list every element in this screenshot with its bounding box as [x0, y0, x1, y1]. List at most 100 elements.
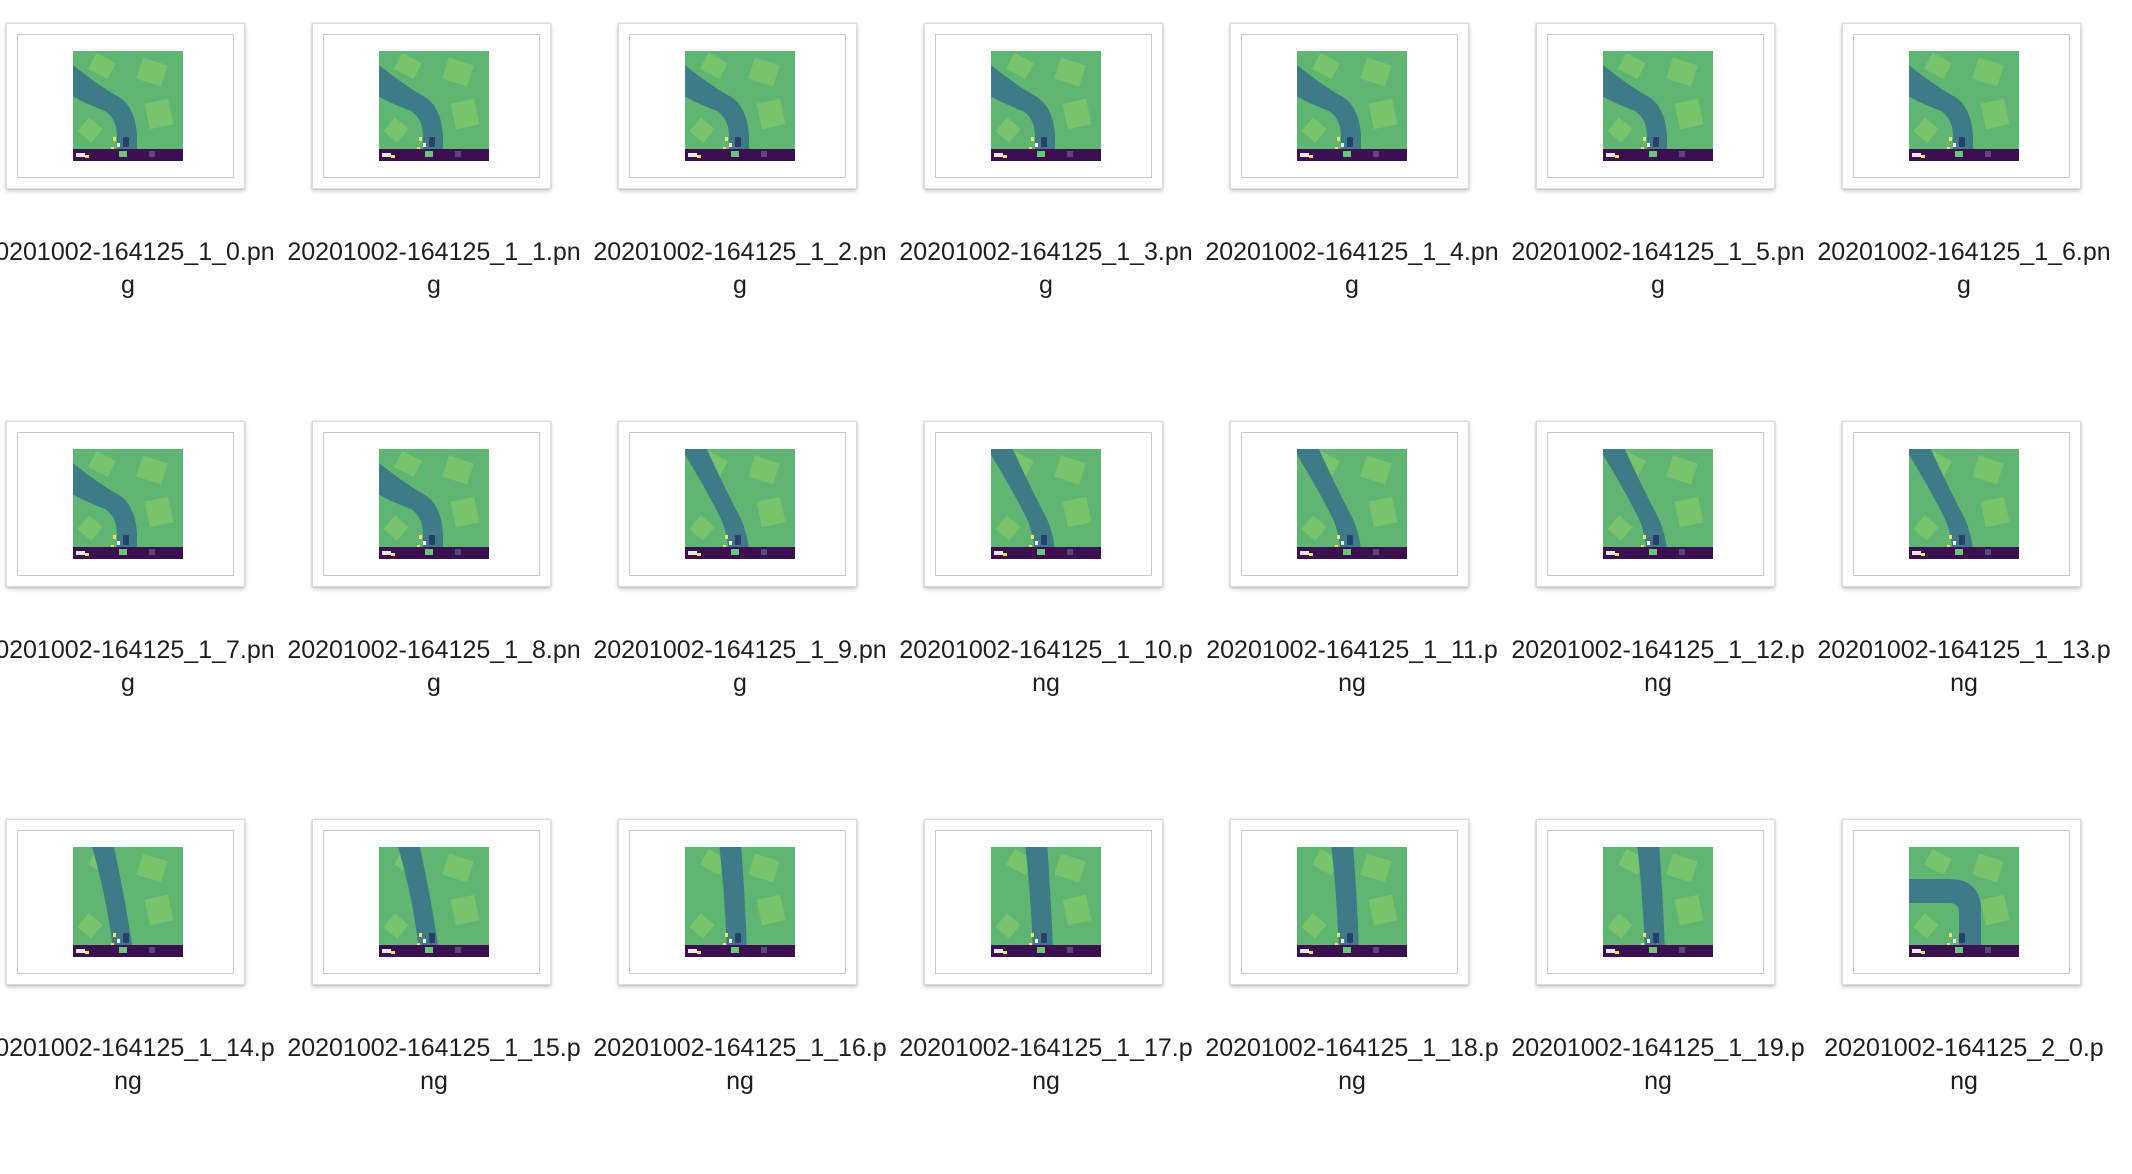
file-name-line-2: g — [733, 669, 747, 697]
file-name-line-1: 20201002-164125_1_3.pn — [899, 238, 1193, 266]
game-frame-image — [991, 847, 1101, 957]
file-thumbnail[interactable] — [1842, 23, 2081, 189]
hud-bar — [379, 945, 489, 957]
file-thumbnail[interactable] — [1230, 23, 1469, 189]
file-name-label[interactable]: 20201002-164125_1_12.p ng — [1505, 634, 1811, 700]
file-item[interactable]: 20201002-164125_1_0.pn g — [0, 0, 281, 330]
file-thumbnail[interactable] — [1536, 23, 1775, 189]
file-name-label[interactable]: 20201002-164125_1_19.p ng — [1505, 1032, 1811, 1098]
file-thumbnail[interactable] — [1842, 421, 2081, 587]
file-name-line-2: ng — [1032, 1067, 1060, 1095]
file-name-label[interactable]: 20201002-164125_1_2.pn g — [587, 236, 893, 302]
hud-bar — [73, 945, 183, 957]
file-item[interactable]: 20201002-164125_1_12.p ng — [1505, 398, 1811, 728]
file-item[interactable]: 20201002-164125_1_10.p ng — [893, 398, 1199, 728]
file-name-line-2: ng — [726, 1067, 754, 1095]
car-sprite — [1347, 535, 1353, 545]
file-name-label[interactable]: 20201002-164125_1_16.p ng — [587, 1032, 893, 1098]
hud-bar — [1603, 547, 1713, 559]
hud-bar — [73, 149, 183, 161]
file-thumbnail[interactable] — [1536, 421, 1775, 587]
car-sprite — [735, 933, 741, 943]
game-frame-image — [1603, 847, 1713, 957]
thumbnail-page — [935, 432, 1152, 576]
file-thumbnail[interactable] — [312, 819, 551, 985]
file-thumbnail[interactable] — [924, 819, 1163, 985]
thumbnail-page — [323, 34, 540, 178]
file-name-label[interactable]: 20201002-164125_2_0.p ng — [1811, 1032, 2117, 1098]
file-name-label[interactable]: 20201002-164125_1_9.pn g — [587, 634, 893, 700]
hud-bar — [379, 547, 489, 559]
file-item[interactable]: 20201002-164125_1_2.pn g — [587, 0, 893, 330]
game-frame-image — [685, 51, 795, 161]
file-name-label[interactable]: 20201002-164125_1_14.p ng — [0, 1032, 281, 1098]
file-item[interactable]: 20201002-164125_1_1.pn g — [281, 0, 587, 330]
thumbnail-page — [1547, 830, 1764, 974]
file-item[interactable]: 20201002-164125_1_13.p ng — [1811, 398, 2117, 728]
file-name-line-2: ng — [1950, 1067, 1978, 1095]
car-sprite — [735, 535, 741, 545]
file-item[interactable]: 20201002-164125_1_8.pn g — [281, 398, 587, 728]
file-name-label[interactable]: 20201002-164125_1_3.pn g — [893, 236, 1199, 302]
file-name-label[interactable]: 20201002-164125_1_4.pn g — [1199, 236, 1505, 302]
file-item[interactable]: 20201002-164125_1_9.pn g — [587, 398, 893, 728]
game-frame-graphic — [1297, 449, 1407, 559]
file-item[interactable]: 20201002-164125_2_0.p ng — [1811, 796, 2117, 1126]
game-frame-image — [991, 51, 1101, 161]
file-name-line-1: 20201002-164125_1_15.p — [287, 1034, 581, 1062]
game-frame-image — [1297, 51, 1407, 161]
file-thumbnail[interactable] — [312, 421, 551, 587]
file-name-label[interactable]: 20201002-164125_1_1.pn g — [281, 236, 587, 302]
file-thumbnail[interactable] — [6, 421, 245, 587]
file-name-label[interactable]: 20201002-164125_1_15.p ng — [281, 1032, 587, 1098]
file-name-line-2: g — [1957, 271, 1971, 299]
file-name-label[interactable]: 20201002-164125_1_10.p ng — [893, 634, 1199, 700]
file-thumbnail[interactable] — [1536, 819, 1775, 985]
file-name-label[interactable]: 20201002-164125_1_0.pn g — [0, 236, 281, 302]
file-name-label[interactable]: 20201002-164125_1_11.p ng — [1199, 634, 1505, 700]
car-sprite — [1653, 137, 1659, 147]
file-name-line-2: g — [427, 271, 441, 299]
file-item[interactable]: 20201002-164125_1_18.p ng — [1199, 796, 1505, 1126]
file-name-label[interactable]: 20201002-164125_1_17.p ng — [893, 1032, 1199, 1098]
hud-bar — [1909, 547, 2019, 559]
car-sprite — [1653, 933, 1659, 943]
file-item[interactable]: 20201002-164125_1_5.pn g — [1505, 0, 1811, 330]
file-item[interactable]: 20201002-164125_1_17.p ng — [893, 796, 1199, 1126]
file-item[interactable]: 20201002-164125_1_11.p ng — [1199, 398, 1505, 728]
file-item[interactable]: 20201002-164125_1_14.p ng — [0, 796, 281, 1126]
file-thumbnail[interactable] — [6, 819, 245, 985]
file-thumbnail[interactable] — [1842, 819, 2081, 985]
file-thumbnail[interactable] — [924, 23, 1163, 189]
file-item[interactable]: 20201002-164125_1_19.p ng — [1505, 796, 1811, 1126]
game-frame-image — [685, 847, 795, 957]
file-item[interactable]: 20201002-164125_1_15.p ng — [281, 796, 587, 1126]
file-name-label[interactable]: 20201002-164125_1_8.pn g — [281, 634, 587, 700]
file-item[interactable]: 20201002-164125_1_3.pn g — [893, 0, 1199, 330]
file-item[interactable]: 20201002-164125_1_4.pn g — [1199, 0, 1505, 330]
file-thumbnail[interactable] — [1230, 819, 1469, 985]
file-thumbnail[interactable] — [924, 421, 1163, 587]
file-name-label[interactable]: 20201002-164125_1_13.p ng — [1811, 634, 2117, 700]
game-frame-graphic — [73, 449, 183, 559]
file-name-line-1: 20201002-164125_1_11.p — [1206, 636, 1498, 664]
file-item[interactable]: 20201002-164125_1_6.pn g — [1811, 0, 2117, 330]
file-name-label[interactable]: 20201002-164125_1_5.pn g — [1505, 236, 1811, 302]
game-frame-graphic — [685, 51, 795, 161]
file-thumbnail[interactable] — [1230, 421, 1469, 587]
file-name-label[interactable]: 20201002-164125_1_7.pn g — [0, 634, 281, 700]
game-frame-graphic — [1909, 847, 2019, 957]
game-frame-graphic — [685, 449, 795, 559]
file-thumbnail[interactable] — [618, 819, 857, 985]
file-thumbnail[interactable] — [312, 23, 551, 189]
file-thumbnail[interactable] — [6, 23, 245, 189]
game-frame-graphic — [73, 51, 183, 161]
file-name-label[interactable]: 20201002-164125_1_18.p ng — [1199, 1032, 1505, 1098]
file-item[interactable]: 20201002-164125_1_7.pn g — [0, 398, 281, 728]
car-sprite — [1959, 933, 1965, 943]
hud-bar — [991, 945, 1101, 957]
file-thumbnail[interactable] — [618, 421, 857, 587]
file-item[interactable]: 20201002-164125_1_16.p ng — [587, 796, 893, 1126]
file-thumbnail[interactable] — [618, 23, 857, 189]
file-name-label[interactable]: 20201002-164125_1_6.pn g — [1811, 236, 2117, 302]
